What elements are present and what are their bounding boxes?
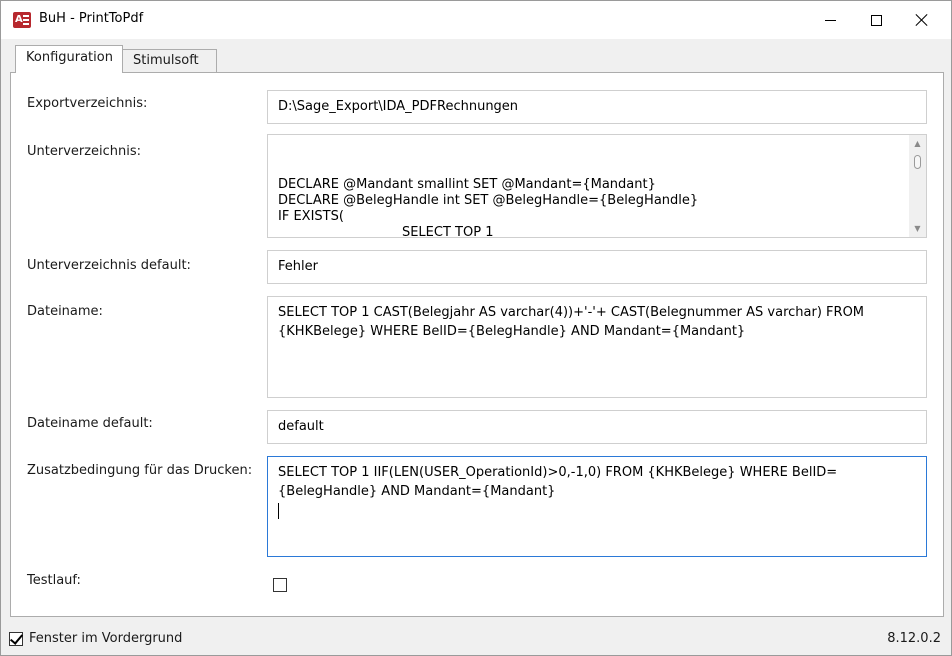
unterverzeichnis-label: Unterverzeichnis: (27, 144, 142, 159)
access-app-icon: A (13, 12, 31, 28)
minimize-icon (824, 19, 836, 21)
unterverzeichnis-default-label: Unterverzeichnis default: (27, 258, 191, 273)
exportverzeichnis-input[interactable]: D:\Sage_Export\IDA_PDFRechnungen (267, 90, 927, 124)
scroll-up-icon[interactable]: ▲ (909, 135, 926, 152)
maximize-button[interactable] (853, 1, 899, 39)
close-button[interactable] (899, 1, 945, 39)
unterverzeichnis-textarea[interactable]: DECLARE @Mandant smallint SET @Mandant={… (267, 134, 927, 238)
fenster-im-vordergrund-checkbox[interactable] (9, 632, 23, 646)
app-window: A BuH - PrintToPdf Konfiguration Stimuls… (0, 0, 952, 656)
zusatzbedingung-text: SELECT TOP 1 IIF(LEN(USER_OperationId)>0… (278, 465, 838, 499)
zusatzbedingung-label: Zusatzbedingung für das Drucken: (27, 463, 253, 478)
title-bar[interactable]: A BuH - PrintToPdf (1, 1, 951, 39)
unterverzeichnis-text: DECLARE @Mandant smallint SET @Mandant={… (278, 177, 699, 238)
unterverzeichnis-scrollbar[interactable]: ▲ ▼ (909, 135, 926, 237)
maximize-icon (870, 14, 882, 26)
dateiname-textarea[interactable]: SELECT TOP 1 CAST(Belegjahr AS varchar(4… (267, 296, 927, 398)
window-title: BuH - PrintToPdf (39, 11, 144, 26)
tab-konfiguration[interactable]: Konfiguration (15, 45, 123, 73)
version-label: 8.12.0.2 (887, 631, 941, 646)
testlauf-checkbox[interactable] (273, 578, 287, 592)
zusatzbedingung-textarea[interactable]: SELECT TOP 1 IIF(LEN(USER_OperationId)>0… (267, 456, 927, 557)
status-bar: Fenster im Vordergrund 8.12.0.2 (1, 623, 951, 655)
scroll-thumb[interactable] (914, 155, 921, 169)
dateiname-default-label: Dateiname default: (27, 416, 153, 431)
dateiname-default-input[interactable]: default (267, 410, 927, 444)
close-icon (915, 13, 929, 27)
fenster-im-vordergrund-label[interactable]: Fenster im Vordergrund (29, 631, 182, 646)
scroll-down-icon[interactable]: ▼ (909, 220, 926, 237)
unterverzeichnis-default-input[interactable]: Fehler (267, 250, 927, 284)
dateiname-label: Dateiname: (27, 304, 103, 319)
minimize-button[interactable] (807, 1, 853, 39)
tab-stimulsoft[interactable]: Stimulsoft (123, 49, 217, 73)
testlauf-label: Testlauf: (27, 573, 81, 588)
text-caret (278, 503, 279, 519)
exportverzeichnis-label: Exportverzeichnis: (27, 96, 148, 111)
